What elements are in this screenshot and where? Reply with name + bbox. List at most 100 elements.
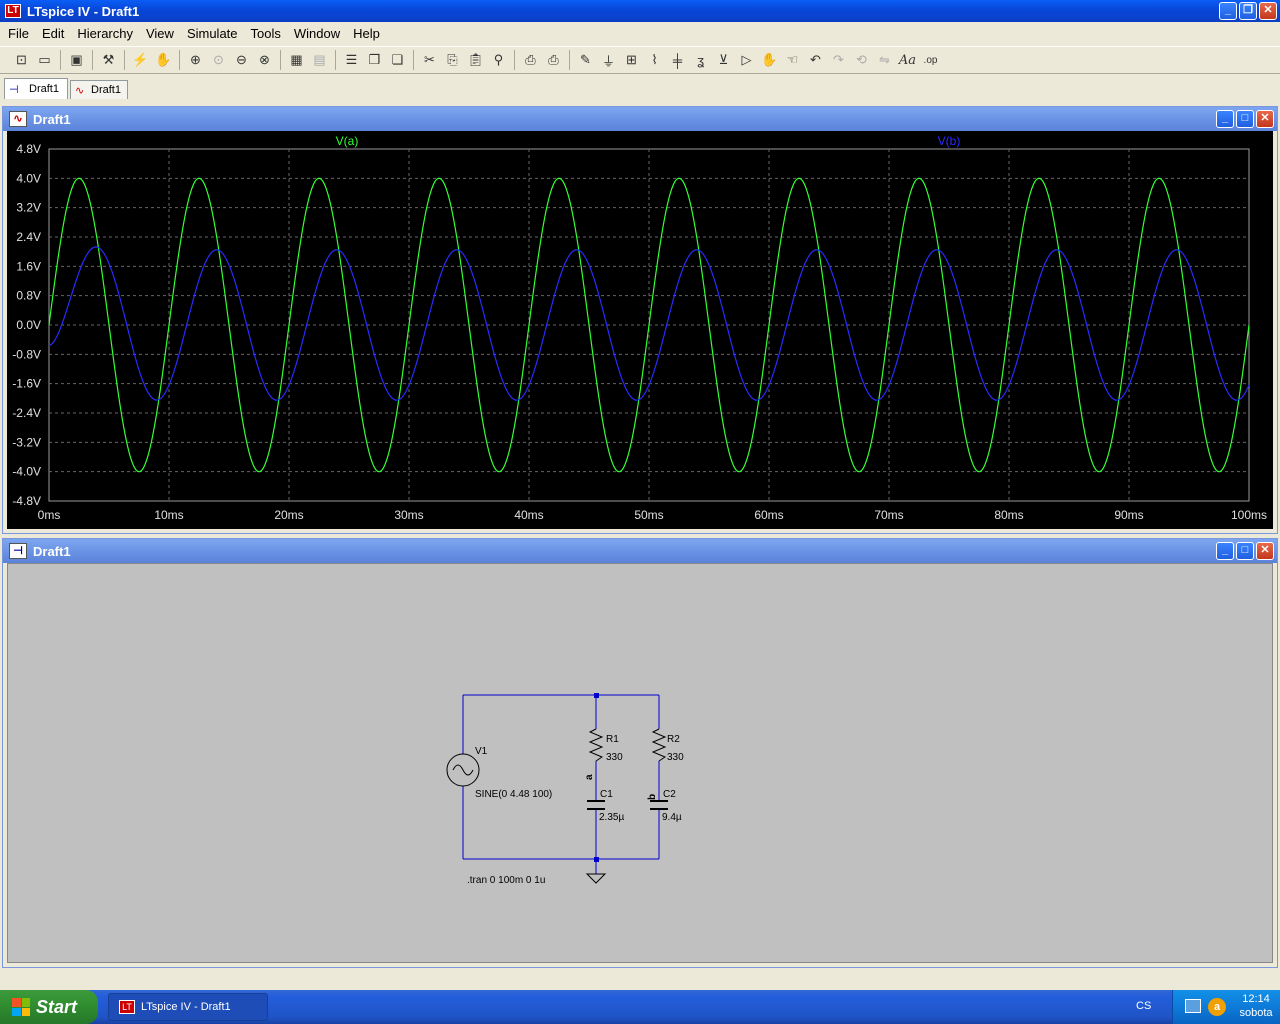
minimize-button[interactable]: _ (1219, 2, 1237, 20)
x-tick-label: 30ms (394, 508, 423, 522)
tab-waveform-draft1[interactable]: ∿ Draft1 (70, 80, 128, 99)
c1-value: 2.35µ (599, 812, 624, 823)
cut-icon[interactable]: ✂ (418, 49, 441, 71)
tab-schematic-draft1[interactable]: ⊣ Draft1 (4, 78, 68, 99)
new-schematic-icon[interactable]: ⊡ (10, 49, 33, 71)
r1-name: R1 (606, 734, 619, 745)
app-titlebar[interactable]: LT LTspice IV - Draft1 _ ❐ ✕ (0, 0, 1280, 22)
r1-value: 330 (606, 752, 623, 763)
print-icon[interactable]: ⎙ (542, 49, 565, 71)
schematic-minimize-button[interactable]: _ (1216, 542, 1234, 560)
autorange-icon[interactable]: ▦ (285, 49, 308, 71)
spice-directive-icon[interactable]: .op (919, 49, 942, 71)
y-tick-label: 3.2V (16, 201, 41, 215)
text-icon[interactable]: Aa (896, 49, 919, 71)
mirror-icon[interactable]: ⇋ (873, 49, 896, 71)
schematic-canvas[interactable]: V1 SINE(0 4.48 100) R1 330 R2 330 C1 2.3… (7, 563, 1273, 963)
waveform-minimize-button[interactable]: _ (1216, 110, 1234, 128)
ltspice-task-icon: LT (119, 1000, 135, 1014)
pan-icon[interactable]: ⊙ (207, 49, 230, 71)
r2-value: 330 (667, 752, 684, 763)
resistor-icon[interactable]: ⌇ (643, 49, 666, 71)
schematic-window-titlebar[interactable]: ⊣ Draft1 _ □ ✕ (3, 539, 1277, 563)
menu-simulate[interactable]: Simulate (183, 26, 247, 41)
zoom-in-icon[interactable]: ⊕ (184, 49, 207, 71)
network-icon[interactable] (1185, 999, 1201, 1013)
taskbar: Start LT LTspice IV - Draft1 CS a 12:14 … (0, 990, 1280, 1024)
paste-icon[interactable]: 📋︎ (464, 49, 487, 71)
capacitor-icon[interactable]: ╪ (666, 49, 689, 71)
waveform-maximize-button[interactable]: □ (1236, 110, 1254, 128)
net-label-a: a (584, 774, 595, 780)
junction-bottom (594, 857, 599, 862)
menu-tools[interactable]: Tools (247, 26, 290, 41)
menu-view[interactable]: View (142, 26, 183, 41)
ltspice-logo-icon: LT (5, 4, 21, 18)
r1-resistor-symbol (588, 728, 604, 762)
x-tick-label: 90ms (1114, 508, 1143, 522)
tab-bar: ⊣ Draft1 ∿ Draft1 (0, 76, 1280, 100)
menu-hierarchy[interactable]: Hierarchy (73, 26, 142, 41)
run-icon[interactable]: ⚡ (129, 49, 152, 71)
move-icon[interactable]: ✋ (758, 49, 781, 71)
print-setup-icon[interactable]: ⎙ (519, 49, 542, 71)
waveform-plot[interactable]: 4.8V 4.0V 3.2V 2.4V 1.6V 0.8V 0.0V -0.8V -1.6V -2… (7, 131, 1273, 529)
y-tick-label: -2.4V (12, 406, 41, 420)
schematic-maximize-button[interactable]: □ (1236, 542, 1254, 560)
maximize-button[interactable]: ❐ (1239, 2, 1257, 20)
menu-file[interactable]: File (4, 26, 38, 41)
c1-capacitor-symbol (587, 800, 605, 810)
open-folder-icon[interactable]: ▭ (33, 49, 56, 71)
waveform-window-titlebar[interactable]: ∿ Draft1 _ □ ✕ (3, 107, 1277, 131)
grid-icon[interactable]: ▤ (308, 49, 331, 71)
zoom-fit-icon[interactable]: ⊗ (253, 49, 276, 71)
waveform-plot-area[interactable]: 4.8V 4.0V 3.2V 2.4V 1.6V 0.8V 0.0V -0.8V -1.6V -2… (7, 131, 1273, 529)
x-tick-label: 50ms (634, 508, 663, 522)
schematic-icon: ⊣ (9, 84, 19, 96)
menu-bar: File Edit Hierarchy View Simulate Tools … (0, 22, 1280, 44)
waveform-close-button[interactable]: ✕ (1256, 110, 1274, 128)
language-indicator[interactable]: CS (1136, 1000, 1151, 1012)
waveform-window: ∿ Draft1 _ □ ✕ 4.8V 4.0V 3.2V 2.4V 1.6V 0.8V 0… (2, 106, 1278, 534)
v1-value: SINE(0 4.48 100) (475, 789, 552, 800)
find-icon[interactable]: ⚲ (487, 49, 510, 71)
ground-symbol (585, 873, 607, 884)
undo-icon[interactable]: ↶ (804, 49, 827, 71)
halt-icon[interactable]: ✋ (152, 49, 175, 71)
y-tick-label: 2.4V (16, 230, 41, 244)
menu-edit[interactable]: Edit (38, 26, 73, 41)
tile-vertical-icon[interactable]: ❏ (386, 49, 409, 71)
redo-icon[interactable]: ↷ (827, 49, 850, 71)
r2-name: R2 (667, 734, 680, 745)
diode-icon[interactable]: ⊻ (712, 49, 735, 71)
menu-window[interactable]: Window (290, 26, 349, 41)
junction-top (594, 693, 599, 698)
x-tick-label: 10ms (154, 508, 183, 522)
component-icon[interactable]: ▷ (735, 49, 758, 71)
y-tick-label: -1.6V (12, 377, 41, 391)
close-button[interactable]: ✕ (1259, 2, 1277, 20)
zoom-out-icon[interactable]: ⊖ (230, 49, 253, 71)
y-tick-label: 0.0V (16, 318, 41, 332)
schematic-close-button[interactable]: ✕ (1256, 542, 1274, 560)
drag-icon[interactable]: ☜ (781, 49, 804, 71)
save-icon[interactable]: ▣ (65, 49, 88, 71)
tile-horizontal-icon[interactable]: ☰ (340, 49, 363, 71)
clock[interactable]: 12:14 sobota (1235, 992, 1277, 1020)
copy-icon[interactable]: ⎘ (441, 49, 464, 71)
taskbar-item-ltspice[interactable]: LT LTspice IV - Draft1 (108, 993, 268, 1021)
rotate-icon[interactable]: ⟲ (850, 49, 873, 71)
start-button[interactable]: Start (0, 990, 98, 1024)
draw-wire-icon[interactable]: ✎ (574, 49, 597, 71)
schematic-drawing[interactable]: V1 SINE(0 4.48 100) R1 330 R2 330 C1 2.3… (8, 564, 1272, 962)
avast-icon[interactable]: a (1208, 998, 1226, 1016)
inductor-icon[interactable]: ʓ (689, 49, 712, 71)
ground-icon[interactable]: ⏚ (597, 49, 620, 71)
control-panel-icon[interactable]: ⚒ (97, 49, 120, 71)
y-tick-label: -3.2V (12, 435, 41, 449)
menu-help[interactable]: Help (349, 26, 389, 41)
toolbar: ⊡ ▭ ▣ ⚒ ⚡ ✋ ⊕ ⊙ ⊖ ⊗ ▦ ▤ ☰ ❒ ❏ ✂ ⎘ 📋︎ ⚲ ⎙… (0, 46, 1280, 74)
y-tick-label: -0.8V (12, 347, 41, 361)
cascade-icon[interactable]: ❒ (363, 49, 386, 71)
label-net-icon[interactable]: ⊞ (620, 49, 643, 71)
